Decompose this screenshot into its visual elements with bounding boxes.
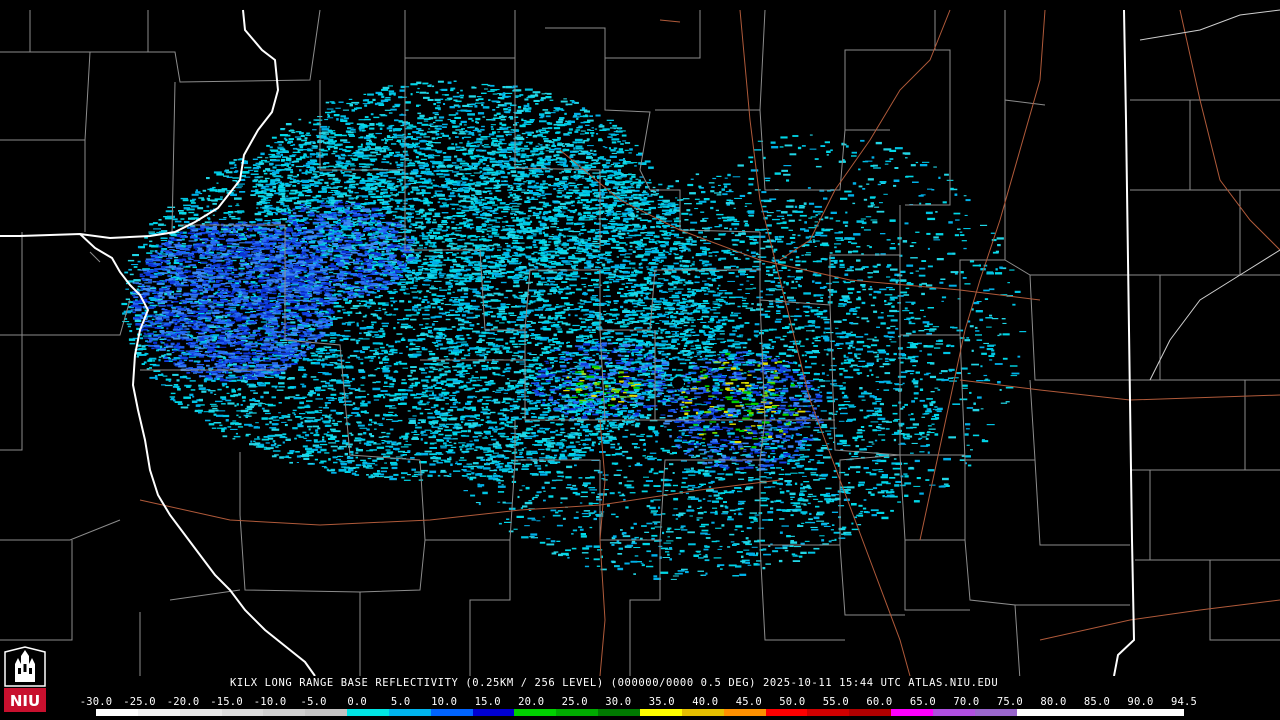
color-bar-segment bbox=[514, 709, 557, 716]
radar-map-canvas bbox=[0, 9, 1280, 676]
color-bar-segment bbox=[932, 709, 975, 716]
scale-label: 50.0 bbox=[779, 696, 806, 708]
color-bar-segment bbox=[849, 709, 892, 716]
scale-label: 0.0 bbox=[347, 696, 367, 708]
scale-label: -15.0 bbox=[210, 696, 243, 708]
scale-label: 45.0 bbox=[735, 696, 762, 708]
color-bar-segment bbox=[1016, 709, 1059, 716]
scale-label: 20.0 bbox=[518, 696, 545, 708]
color-bar-segment bbox=[598, 709, 640, 716]
scale-label: 94.5 bbox=[1170, 696, 1198, 708]
scale-label: 30.0 bbox=[605, 696, 632, 708]
color-bar-segment bbox=[347, 709, 389, 716]
color-bar-segment bbox=[891, 709, 933, 716]
color-bar-segment bbox=[137, 709, 180, 716]
scale-label: 15.0 bbox=[474, 696, 501, 708]
radar-site-marker bbox=[672, 377, 684, 389]
scale-label: 90.0 bbox=[1127, 696, 1154, 708]
scale-label: 35.0 bbox=[648, 696, 675, 708]
color-bar-segment bbox=[472, 709, 515, 716]
color-bar-segment bbox=[1058, 709, 1101, 716]
scale-label: -30.0 bbox=[79, 696, 113, 708]
radar-map bbox=[0, 0, 1280, 676]
color-bar-segment bbox=[96, 709, 138, 716]
color-bar-segment bbox=[765, 709, 808, 716]
color-bar-segment bbox=[263, 709, 306, 716]
reflectivity-echoes bbox=[121, 80, 1027, 580]
scale-label: 70.0 bbox=[953, 696, 980, 708]
reflectivity-scale-labels: -30.0 -25.0 -20.0 -15.0 -10.0 -5.0 0.0 5.0 10.0 1… bbox=[80, 696, 1198, 708]
scale-label: 80.0 bbox=[1040, 696, 1067, 708]
color-bar-segment bbox=[723, 709, 766, 716]
scale-label: 75.0 bbox=[996, 696, 1023, 708]
scale-label: 60.0 bbox=[866, 696, 893, 708]
color-bar-segment bbox=[179, 709, 222, 716]
color-bar-segment bbox=[681, 709, 724, 716]
scale-label: 55.0 bbox=[822, 696, 849, 708]
color-bar-segment bbox=[305, 709, 348, 716]
color-bar-segment bbox=[430, 709, 473, 716]
scale-label: 65.0 bbox=[909, 696, 936, 708]
scale-label: 5.0 bbox=[390, 696, 411, 708]
niu-logo-icon: NIU bbox=[4, 646, 46, 712]
color-bar-segment bbox=[639, 709, 682, 716]
color-bar-segment bbox=[556, 709, 599, 716]
color-bar-segment bbox=[1142, 709, 1184, 716]
scale-label: -20.0 bbox=[166, 696, 200, 708]
logo-text: NIU bbox=[10, 692, 40, 710]
color-bar-segment bbox=[807, 709, 850, 716]
scale-label: -25.0 bbox=[123, 696, 156, 708]
scale-label: 40.0 bbox=[692, 696, 719, 708]
scale-label: -10.0 bbox=[253, 696, 287, 708]
scale-label: -5.0 bbox=[300, 696, 327, 708]
product-caption: KILX LONG RANGE BASE REFLECTIVITY (0.25K… bbox=[230, 677, 999, 689]
color-bar-segment bbox=[974, 709, 1017, 716]
scale-label: 85.0 bbox=[1083, 696, 1110, 708]
color-bar-segment bbox=[1100, 709, 1143, 716]
scale-label: 10.0 bbox=[431, 696, 458, 708]
scale-label: 25.0 bbox=[561, 696, 588, 708]
color-bar-segment bbox=[388, 709, 431, 716]
reflectivity-color-bar bbox=[96, 709, 1184, 716]
color-bar-segment bbox=[221, 709, 264, 716]
